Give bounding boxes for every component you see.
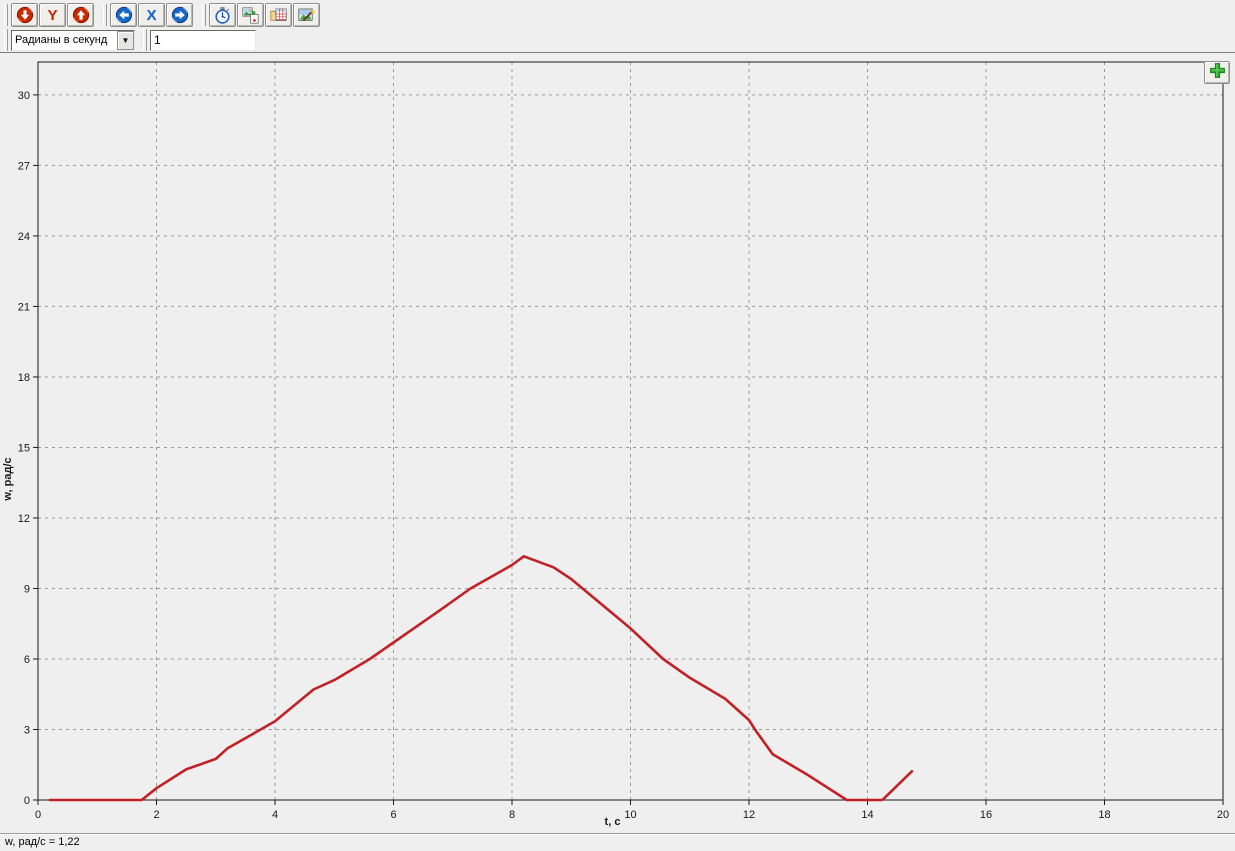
x-axis-group: X	[99, 3, 194, 27]
blue-arrow-left-icon	[115, 6, 133, 24]
chart-wizard-button[interactable]	[293, 3, 320, 27]
toolbar-grip	[202, 4, 206, 26]
red-arrow-up-icon	[72, 6, 90, 24]
stopwatch-button[interactable]	[209, 3, 236, 27]
tools-group	[198, 3, 321, 27]
svg-text:9: 9	[24, 583, 30, 595]
velocity-curve	[48, 554, 914, 802]
status-readout: w, рад/с = 1,22	[5, 836, 80, 848]
y-axis-letter: Y	[47, 6, 58, 24]
y-axis-group: Y	[0, 3, 95, 27]
y-axis-title: w, рад/с	[2, 457, 14, 501]
status-bar: w, рад/с = 1,22	[0, 833, 1235, 851]
main-toolbar: Y X	[0, 0, 1235, 28]
zoom-in-button[interactable]	[1204, 61, 1230, 84]
chart-panel: 0 3 6 9 12 15 18 21 24 27 30 0 2 4 6 8 10 12 14 16 18 20 w, р…	[0, 52, 1235, 833]
x-axis-title: t, c	[604, 816, 621, 828]
svg-text:27: 27	[18, 160, 30, 172]
chart-plot[interactable]: 0369121518212427300 2 4 6 8 10 12 14 16 18 20	[0, 53, 1235, 834]
copy-table-button[interactable]	[265, 3, 292, 27]
toolbar-grip	[103, 4, 107, 26]
picture-export-icon	[242, 6, 259, 24]
svg-text:30: 30	[18, 90, 30, 102]
x-axis-letter: X	[146, 6, 157, 24]
export-image-button[interactable]	[237, 3, 264, 27]
x-axis-button[interactable]: X	[138, 3, 165, 27]
x-scale-left-button[interactable]	[110, 3, 137, 27]
unit-select-dropdown-button[interactable]: ▼	[117, 30, 134, 50]
svg-text:6: 6	[24, 654, 30, 666]
unit-select[interactable]: Радианы в секунд ▼	[11, 29, 135, 51]
svg-text:0: 0	[24, 795, 30, 807]
toolbar-grip	[4, 29, 8, 51]
chevron-down-icon: ▼	[121, 35, 130, 45]
svg-text:12: 12	[18, 513, 30, 525]
svg-text:24: 24	[18, 231, 30, 243]
x-scale-right-button[interactable]	[166, 3, 193, 27]
toolbar-grip	[143, 29, 147, 51]
svg-text:21: 21	[18, 301, 30, 313]
y-scale-up-button[interactable]	[67, 3, 94, 27]
blue-arrow-right-icon	[171, 6, 189, 24]
toolbar-grip	[4, 4, 8, 26]
green-plus-icon	[1209, 62, 1226, 84]
unit-select-value: Радианы в секунд	[15, 33, 108, 46]
stopwatch-icon	[214, 6, 231, 24]
svg-text:18: 18	[18, 372, 30, 384]
app-window: Y X Радианы в секунд ▼ 1 0 3 6 9 12 15 1…	[0, 0, 1235, 851]
svg-text:15: 15	[18, 442, 30, 454]
svg-text:3: 3	[24, 724, 30, 736]
y-axis-button[interactable]: Y	[39, 3, 66, 27]
table-copy-icon	[270, 7, 287, 24]
y-scale-down-button[interactable]	[11, 3, 38, 27]
controls-toolbar: Радианы в секунд ▼	[0, 28, 1235, 52]
red-arrow-down-icon	[16, 6, 34, 24]
value-input[interactable]	[150, 29, 256, 51]
picture-wand-icon	[298, 7, 315, 24]
